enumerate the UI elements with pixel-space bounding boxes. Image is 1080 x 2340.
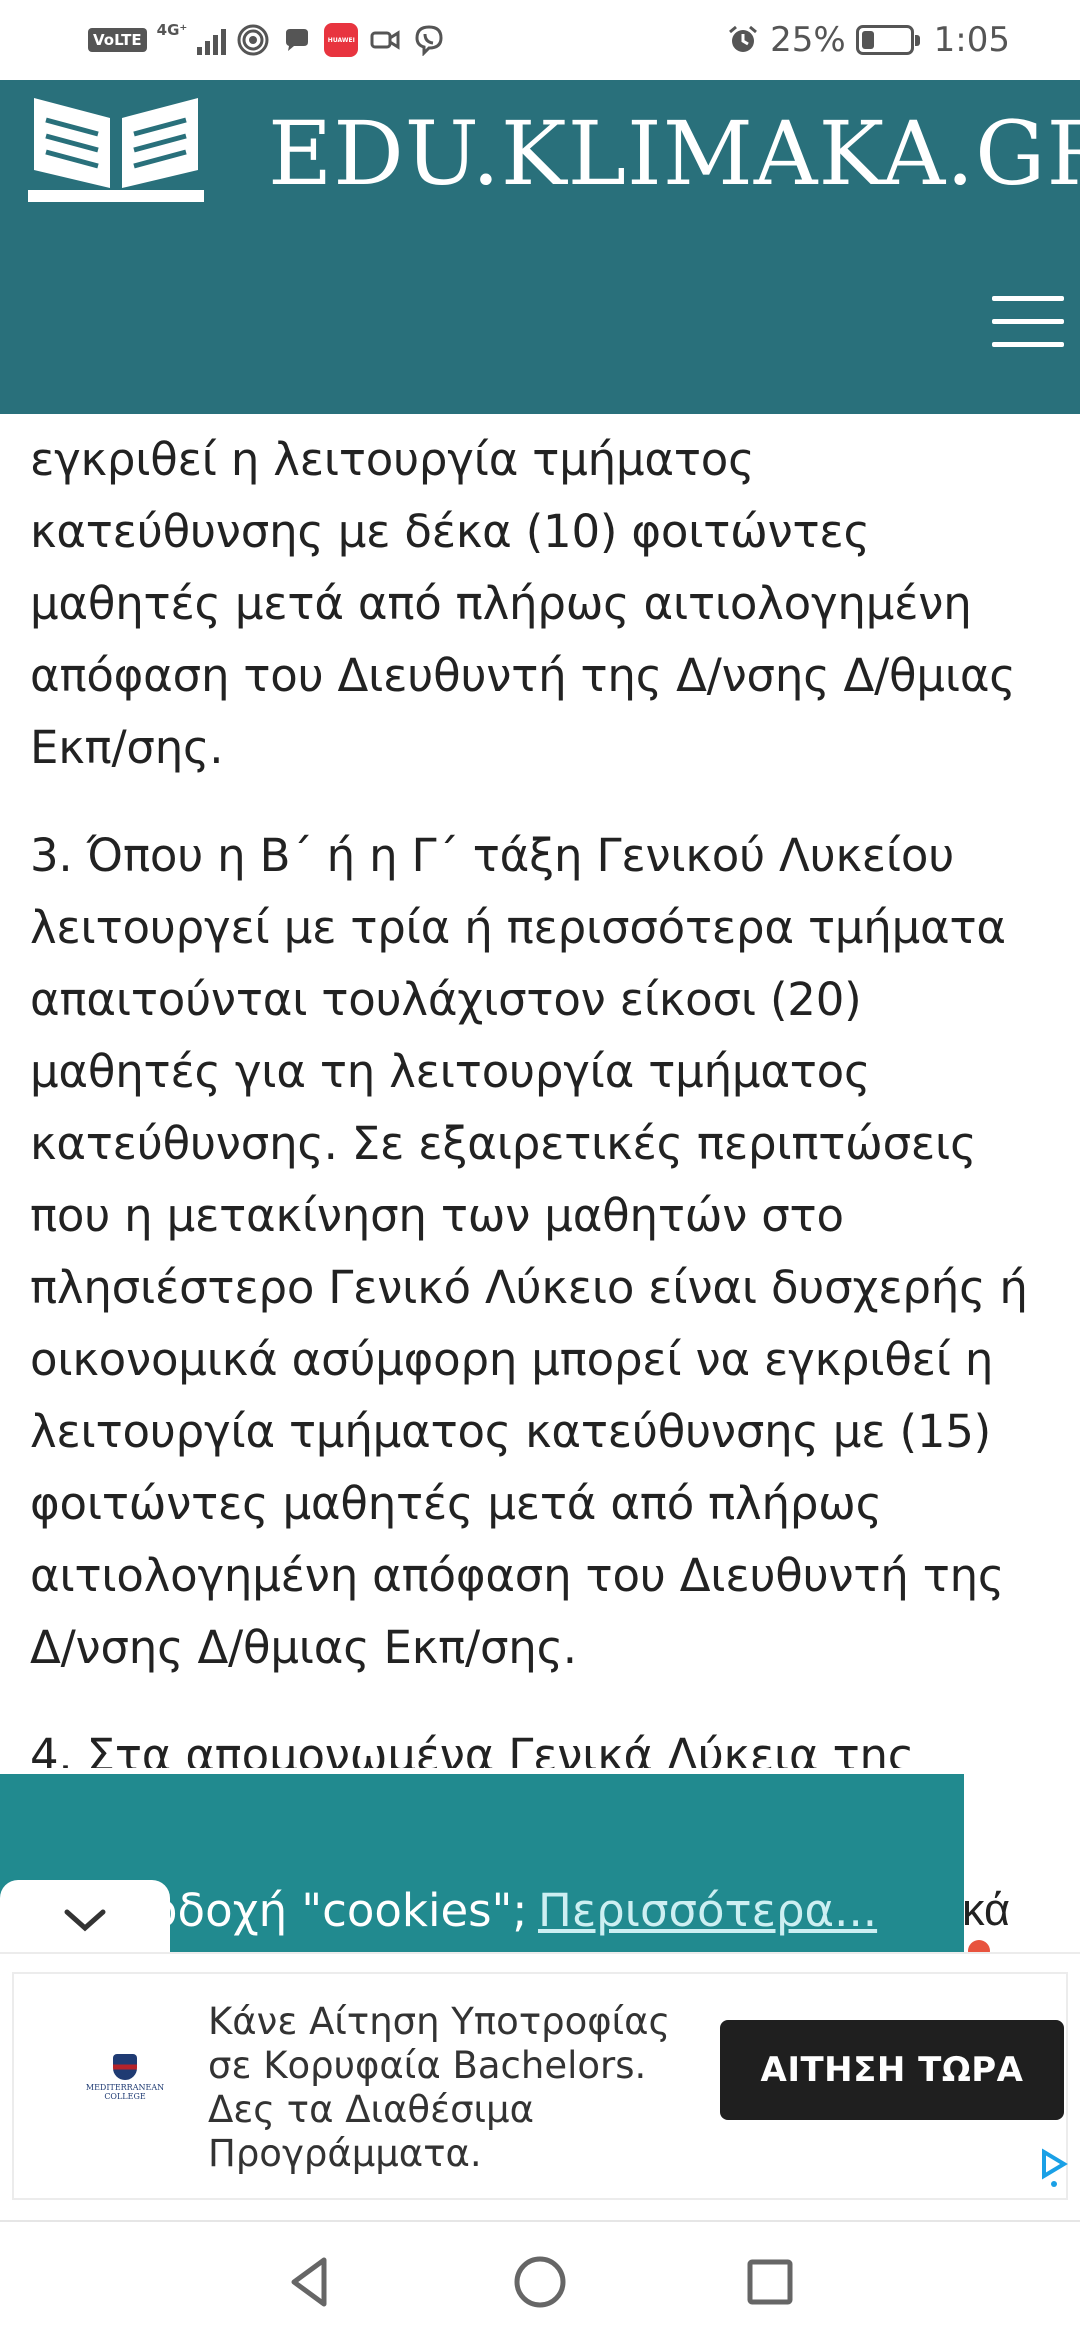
network-type: 4G⁺ [156, 21, 188, 39]
chevron-down-icon [64, 1909, 106, 1932]
battery-icon [855, 25, 920, 55]
viber-icon [412, 23, 446, 57]
alarm-icon [726, 23, 760, 57]
message-icon [280, 23, 314, 57]
volte-indicator: VoLTE [88, 28, 147, 52]
ad-logo-text: MEDITERRANEAN COLLEGE [85, 2083, 165, 2101]
hamburger-menu-icon[interactable] [988, 292, 1068, 352]
hotspot-icon [236, 23, 270, 57]
ad-logo[interactable]: MEDITERRANEAN COLLEGE [80, 2054, 170, 2124]
system-nav-bar [0, 2220, 1080, 2340]
site-title[interactable]: EDU.KLIMAKA.GR [268, 102, 1080, 205]
article-body: εγκριθεί η λειτουργία τμήματος κατεύθυνσ… [30, 414, 1060, 1768]
ad-banner[interactable]: MEDITERRANEAN COLLEGE Κάνε Αίτηση Υποτρο… [0, 1952, 1080, 2220]
adchoices-icon[interactable] [1040, 2148, 1068, 2188]
recents-icon[interactable] [740, 2252, 800, 2312]
status-bar: VoLTE 4G⁺ HUAWEI 25% 1:05 [0, 0, 1080, 80]
book-icon[interactable] [28, 92, 204, 204]
status-left-icons: VoLTE 4G⁺ HUAWEI [88, 18, 446, 62]
cookie-collapse-button[interactable] [0, 1880, 170, 1958]
clock: 1:05 [933, 20, 1010, 60]
home-icon[interactable] [510, 2252, 570, 2312]
battery-level [861, 31, 874, 49]
video-icon [368, 23, 402, 57]
huawei-app-icon: HUAWEI [324, 23, 359, 57]
cookie-banner-text: οδοχή "cookies"; [150, 1884, 528, 1937]
crest-icon [113, 2054, 137, 2080]
site-header: EDU.KLIMAKA.GR [0, 80, 1080, 414]
signal-icon [197, 25, 227, 55]
battery-percent: 25% [770, 20, 846, 60]
article-peek-text: κά [962, 1884, 1010, 1935]
ad-text[interactable]: Κάνε Αίτηση Υποτροφίας σε Κορυφαία Bache… [208, 2000, 708, 2176]
article-paragraph: 4. Στα απομονωμένα Γενικά Λύκεια της νησ… [30, 1729, 914, 1768]
article-paragraph: 3. Όπου η Β΄ ή η Γ΄ τάξη Γενικού Λυκείου… [30, 829, 1028, 1674]
article-paragraph: εγκριθεί η λειτουργία τμήματος κατεύθυνσ… [30, 433, 1016, 774]
ad-apply-button[interactable]: ΑΙΤΗΣΗ ΤΩΡΑ [720, 2020, 1064, 2120]
back-icon[interactable] [280, 2252, 340, 2312]
cookie-more-link[interactable]: Περισσότερα... [538, 1884, 877, 1937]
status-right-icons: 25% 1:05 [726, 18, 1010, 62]
